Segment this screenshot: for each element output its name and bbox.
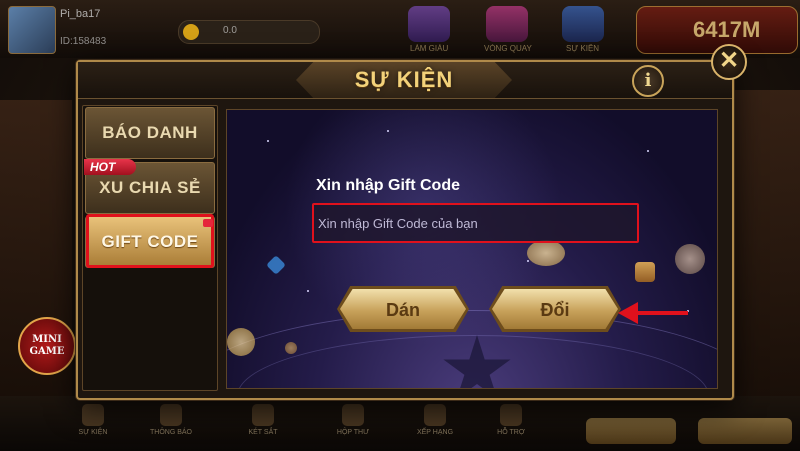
chip-decoration	[527, 240, 565, 266]
bottom-item-hop-thu[interactable]: HỘP THƯ	[330, 404, 376, 436]
star	[527, 260, 529, 262]
bottom-item-su-kien[interactable]: SỰ KIỆN	[70, 404, 116, 436]
bell-icon	[160, 404, 182, 426]
star	[387, 130, 389, 132]
deposit-button[interactable]	[586, 418, 676, 444]
notification-dot	[203, 219, 213, 227]
su-kien-top-label: SỰ KIỆN	[566, 44, 600, 53]
avatar[interactable]	[8, 6, 56, 54]
trophy-icon	[424, 404, 446, 426]
player-id: ID:158483	[60, 36, 107, 47]
gift-code-label: Xin nhập Gift Code	[316, 177, 460, 194]
minigame-button[interactable]: MINI GAME	[18, 317, 76, 375]
bottom-item-label: SỰ KIỆN	[78, 429, 108, 436]
lam-giau-icon[interactable]	[408, 6, 450, 42]
arrow-shaft	[636, 311, 688, 315]
bottom-item-thong-bao[interactable]: THÔNG BÁO	[148, 404, 194, 436]
bottom-item-label: XẾP HẠNG	[416, 429, 454, 436]
bottom-item-label: HỖ TRỢ	[497, 429, 525, 436]
star	[267, 140, 269, 142]
lobby-topbar: Pi_ba17 ID:158483 0.0 LÀM GIÀU VÒNG QUAY…	[0, 0, 800, 58]
tab-bao-danh[interactable]: BÁO DANH	[85, 107, 215, 159]
player-name: Pi_ba17	[60, 8, 101, 20]
chip-decoration	[285, 342, 297, 354]
lam-giau-label: LÀM GIÀU	[410, 44, 449, 53]
dialog-header: SỰ KIỆN i	[78, 62, 732, 99]
vong-quay-label: VÒNG QUAY	[484, 44, 532, 53]
bottom-item-label: KÉT SẮT	[248, 429, 278, 436]
bottom-item-ket-sat[interactable]: KÉT SẮT	[240, 404, 286, 436]
coin-icon	[183, 24, 199, 40]
support-icon	[500, 404, 522, 426]
info-icon[interactable]: i	[632, 65, 664, 97]
jackpot-value: 6417M	[693, 17, 761, 42]
gift-code-panel	[226, 109, 718, 389]
arrow-head	[618, 302, 638, 324]
bottom-item-ho-tro[interactable]: HỖ TRỢ	[488, 404, 534, 436]
paste-button[interactable]: Dán	[340, 289, 466, 329]
gift-code-input[interactable]	[312, 203, 639, 243]
bottom-item-label: HỘP THƯ	[336, 429, 370, 436]
star	[307, 290, 309, 292]
chip-decoration	[635, 262, 655, 282]
vong-quay-icon[interactable]	[486, 6, 528, 42]
event-icon	[82, 404, 104, 426]
close-icon[interactable]: ✕	[711, 44, 747, 80]
bottom-item-label: THÔNG BÁO	[149, 429, 192, 436]
lobby-bottombar: SỰ KIỆN THÔNG BÁO KÉT SẮT HỘP THƯ XẾP HẠ…	[0, 396, 800, 451]
bottom-item-xep-hang[interactable]: XẾP HẠNG	[412, 404, 458, 436]
su-kien-top-icon[interactable]	[562, 6, 604, 42]
coin-box[interactable]: 0.0	[178, 20, 320, 44]
safe-icon	[252, 404, 274, 426]
chip-decoration	[227, 328, 255, 356]
chip-decoration	[266, 255, 286, 275]
redeem-button[interactable]: Đổi	[492, 289, 618, 329]
mail-icon	[342, 404, 364, 426]
withdraw-button[interactable]	[698, 418, 792, 444]
right-decoration	[730, 90, 800, 410]
coin-value: 0.0	[223, 25, 237, 36]
star	[647, 150, 649, 152]
dialog-title: SỰ KIỆN	[354, 67, 454, 92]
hot-badge: HOT	[84, 159, 136, 175]
tab-highlight-box	[86, 214, 214, 268]
chip-decoration	[675, 244, 705, 274]
